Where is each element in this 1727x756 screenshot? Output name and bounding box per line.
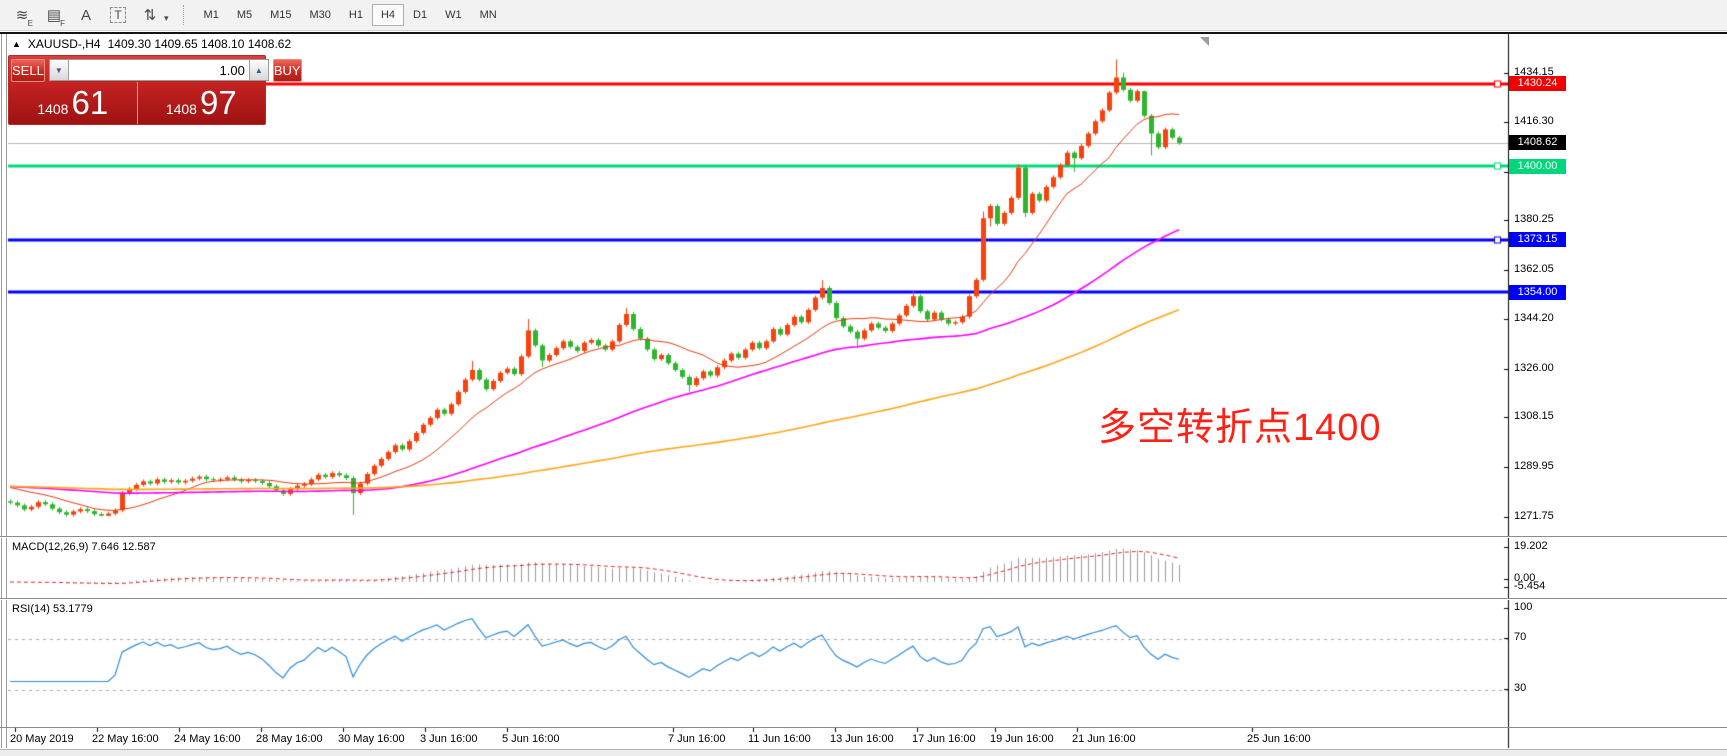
date-label: 30 May 16:00 [338, 733, 405, 745]
price-badge: 1400.00 [1509, 159, 1566, 174]
text-a-icon[interactable]: A [72, 2, 100, 28]
timeframe-button-h1[interactable]: H1 [340, 4, 372, 26]
timeframe-button-m15[interactable]: M15 [261, 4, 300, 26]
date-label: 7 Jun 16:00 [668, 733, 726, 745]
price-tick-label: 1289.95 [1514, 460, 1554, 472]
macd-tick-label: -5.454 [1514, 580, 1545, 592]
arrows-icon[interactable]: ⇅ [136, 2, 164, 28]
price-tick-label: 1380.25 [1514, 213, 1554, 225]
timeframe-button-w1[interactable]: W1 [436, 4, 471, 26]
timeframe-group: M1M5M15M30H1H4D1W1MN [195, 4, 506, 26]
rsi-tick-label: 100 [1514, 601, 1532, 613]
macd-name: MACD(12,26,9) [12, 541, 88, 553]
window-frame-line [6, 33, 7, 748]
price-tick-label: 1271.75 [1514, 510, 1554, 522]
rsi-tick-label: 70 [1514, 631, 1526, 643]
rsi-name: RSI(14) [12, 603, 50, 615]
price-tick-label: 1416.30 [1514, 115, 1554, 127]
date-label: 28 May 16:00 [256, 733, 323, 745]
date-label: 21 Jun 16:00 [1072, 733, 1136, 745]
price-badge: 1354.00 [1509, 285, 1566, 300]
date-label: 19 Jun 16:00 [990, 733, 1054, 745]
date-label: 24 May 16:00 [174, 733, 241, 745]
date-label: 25 Jun 16:00 [1247, 733, 1311, 745]
panel-separator-highlight [0, 599, 1727, 600]
window-border [0, 32, 1727, 34]
date-label: 3 Jun 16:00 [420, 733, 478, 745]
sell-price-main: 1408 [37, 101, 68, 117]
price-badge: 1430.24 [1509, 76, 1566, 91]
buy-button[interactable]: BUY [273, 59, 302, 82]
timeframe-button-m5[interactable]: M5 [228, 4, 261, 26]
panel-separator-highlight [0, 537, 1727, 538]
rsi-label: RSI(14) 53.1779 [12, 603, 93, 615]
dropdown-caret-icon[interactable]: ▾ [164, 13, 169, 24]
volume-stepper: ▼ ▲ [49, 59, 269, 81]
grid-f-icon[interactable]: ▤F [40, 2, 68, 28]
price-tick-label: 1344.20 [1514, 312, 1554, 324]
volume-input[interactable] [69, 59, 249, 81]
rsi-value: 53.1779 [53, 603, 93, 615]
toolbar-separator [183, 5, 185, 25]
macd-tick-label: 19.202 [1514, 540, 1548, 552]
buy-price[interactable]: 1408 97 [137, 82, 266, 124]
macd-values: 7.646 12.587 [91, 541, 155, 553]
timeframe-button-d1[interactable]: D1 [404, 4, 436, 26]
window-frame-line [1, 33, 2, 748]
date-label: 13 Jun 16:00 [830, 733, 894, 745]
macd-label: MACD(12,26,9) 7.646 12.587 [12, 541, 156, 553]
drawing-tools-group: ≋E▤FAT⇅▾ [8, 2, 171, 28]
panel-separator [0, 727, 1727, 728]
text-box-icon[interactable]: T [104, 2, 132, 28]
chart-title: ▲ XAUUSD-,H4 1409.30 1409.65 1408.10 140… [12, 37, 291, 51]
scroll-marker-icon [1200, 37, 1209, 46]
volume-increase-button[interactable]: ▲ [249, 59, 269, 81]
timeframe-button-h4[interactable]: H4 [372, 4, 404, 26]
expand-arrow-icon: ▲ [12, 39, 21, 49]
timeframe-button-m1[interactable]: M1 [195, 4, 228, 26]
sell-button[interactable]: SELL [11, 59, 45, 82]
date-label: 11 Jun 16:00 [748, 733, 811, 745]
pattern-e-icon[interactable]: ≋E [8, 2, 36, 28]
buy-price-big: 97 [200, 84, 237, 122]
price-tick-label: 1362.05 [1514, 263, 1554, 275]
chart-annotation-text: 多空转折点1400 [1098, 396, 1382, 451]
date-label: 5 Jun 16:00 [502, 733, 560, 745]
bottom-strip [0, 749, 1727, 756]
sell-price[interactable]: 1408 61 [9, 82, 137, 124]
one-click-trading-panel: SELL ▼ ▲ BUY 1408 61 1408 97 [8, 55, 266, 125]
date-label: 22 May 16:00 [92, 733, 159, 745]
toolbar: ≋E▤FAT⇅▾ M1M5M15M30H1H4D1W1MN [0, 0, 1727, 31]
buy-price-main: 1408 [166, 101, 197, 117]
date-label: 17 Jun 16:00 [912, 733, 976, 745]
price-tick-label: 1326.00 [1514, 362, 1554, 374]
timeframe-button-m30[interactable]: M30 [301, 4, 340, 26]
volume-decrease-button[interactable]: ▼ [49, 59, 69, 81]
ohlc-values: 1409.30 1409.65 1408.10 1408.62 [108, 37, 292, 51]
symbol-title: XAUUSD-,H4 [28, 37, 101, 51]
sell-price-big: 61 [71, 84, 108, 122]
date-label: 20 May 2019 [10, 733, 74, 745]
price-badge: 1373.15 [1509, 232, 1566, 247]
price-tick-label: 1308.15 [1514, 410, 1554, 422]
rsi-tick-label: 30 [1514, 682, 1526, 694]
price-badge: 1408.62 [1509, 135, 1566, 150]
timeframe-button-mn[interactable]: MN [471, 4, 506, 26]
